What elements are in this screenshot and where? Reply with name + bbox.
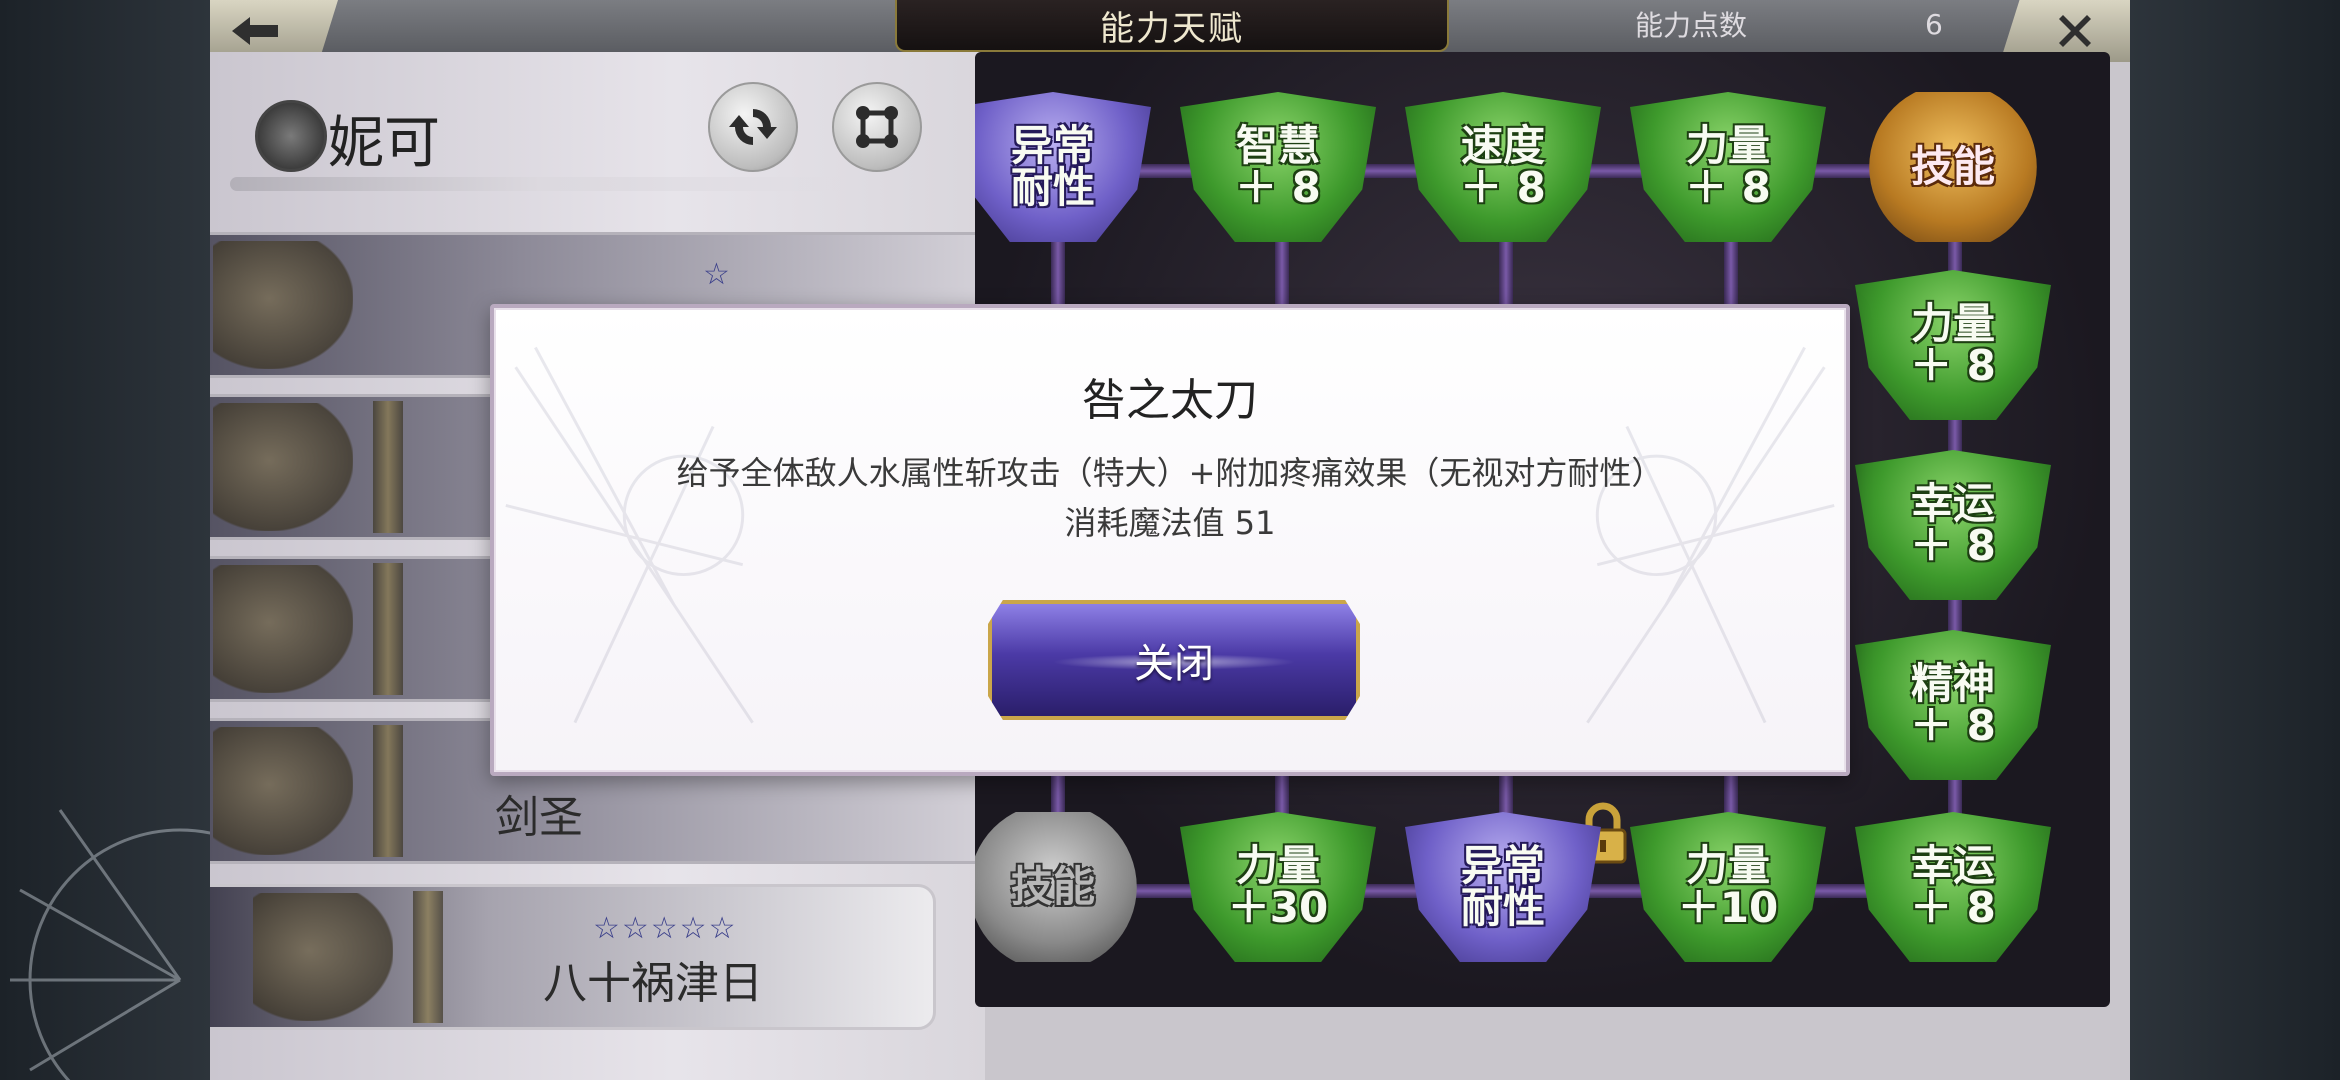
character-portrait-icon	[213, 241, 353, 369]
talent-node[interactable]: 幸运 ＋ 8	[1855, 812, 2051, 962]
skill-description: 给予全体敌人水属性斩攻击（特大）+附加疼痛效果（无视对方耐性）	[676, 454, 1664, 492]
talent-node[interactable]: 力量 ＋ 8	[1855, 270, 2051, 420]
talent-node-label: 技能	[1010, 862, 1095, 911]
talent-node-value: ＋ 8	[1685, 163, 1771, 212]
clock-decoration-icon	[10, 809, 210, 1080]
sword-icon	[373, 563, 403, 695]
roster-card-selected[interactable]: ☆☆☆☆☆ 八十祸津日	[210, 884, 936, 1030]
node-map-button[interactable]	[832, 82, 922, 172]
refresh-icon	[729, 109, 777, 145]
talent-node-label: 智慧	[1235, 121, 1320, 170]
talent-node-label: 力量	[1235, 841, 1320, 890]
talent-node[interactable]: 力量 ＋10	[1630, 812, 1826, 962]
talent-node-value: ＋10	[1677, 883, 1779, 932]
talent-node-label: 异常	[1460, 841, 1545, 890]
skill-detail-dialog: 咎之太刀 给予全体敌人水属性斩攻击（特大）+附加疼痛效果（无视对方耐性） 消耗魔…	[490, 304, 1850, 776]
talent-node-value: 耐性	[1010, 163, 1095, 212]
talent-node-label: 速度	[1460, 121, 1545, 170]
talent-node-label: 力量	[1910, 299, 1995, 348]
name-divider	[230, 177, 850, 191]
talent-node-value: ＋ 8	[1910, 883, 1996, 932]
talent-node-value: ＋ 8	[1460, 163, 1546, 212]
talent-node-value: ＋30	[1227, 883, 1329, 932]
nodes-icon	[856, 106, 898, 148]
rarity-stars: ☆☆☆☆☆	[593, 911, 738, 946]
skill-node[interactable]: 技能	[1869, 92, 2037, 242]
ability-points-value: 6	[1925, 8, 1943, 41]
talent-node-value: ＋ 8	[1910, 521, 1996, 570]
talent-node-value: ＋ 8	[1910, 341, 1996, 390]
talent-node[interactable]: 异常 耐性	[1405, 812, 1601, 962]
talent-node-label: 幸运	[1910, 841, 1995, 890]
talent-node[interactable]: 异常 耐性	[975, 92, 1151, 242]
close-dialog-button[interactable]: 关闭	[988, 600, 1360, 720]
character-portrait-icon	[213, 565, 353, 693]
talent-node-label: 技能	[1910, 142, 1995, 191]
talent-node-value: 耐性	[1460, 883, 1545, 932]
close-dialog-label: 关闭	[1134, 641, 1214, 687]
talent-node-locked[interactable]: 力量 ＋30	[1180, 812, 1376, 962]
talent-node[interactable]: 力量 ＋ 8	[1630, 92, 1826, 242]
talent-node-value: ＋ 8	[1235, 163, 1321, 212]
talent-node-label: 异常	[1010, 121, 1095, 170]
sword-icon	[373, 401, 403, 533]
talent-node-label: 幸运	[1910, 479, 1995, 528]
back-arrow-icon	[232, 17, 278, 45]
right-side-background	[2130, 0, 2340, 1080]
roster-name: 八十祸津日	[543, 958, 763, 1009]
close-icon	[2059, 15, 2091, 47]
refresh-button[interactable]	[708, 82, 798, 172]
left-side-background	[0, 0, 210, 1080]
talent-node-value: ＋ 8	[1910, 701, 1996, 750]
talent-node[interactable]: 幸运 ＋ 8	[1855, 450, 2051, 600]
screen-title-text: 能力天赋	[1100, 8, 1244, 49]
character-portrait-icon	[213, 403, 353, 531]
ability-points-label: 能力点数	[1635, 9, 1748, 42]
talent-node[interactable]: 智慧 ＋ 8	[1180, 92, 1376, 242]
character-emblem-icon	[255, 100, 327, 172]
skill-mp-cost: 消耗魔法值 51	[1064, 504, 1276, 542]
talent-node-label: 精神	[1910, 659, 1995, 708]
roster-name: 剑圣	[495, 792, 583, 843]
talent-node-label: 力量	[1685, 841, 1770, 890]
skill-node[interactable]: 技能	[975, 812, 1137, 962]
skill-title: 咎之太刀	[1082, 375, 1258, 426]
screen-title: 能力天赋	[895, 0, 1449, 52]
rarity-stars: ☆	[703, 257, 732, 292]
character-name: 妮可	[328, 111, 440, 176]
talent-node[interactable]: 精神 ＋ 8	[1855, 630, 2051, 780]
talent-node[interactable]: 速度 ＋ 8	[1405, 92, 1601, 242]
talent-node-label: 力量	[1685, 121, 1770, 170]
